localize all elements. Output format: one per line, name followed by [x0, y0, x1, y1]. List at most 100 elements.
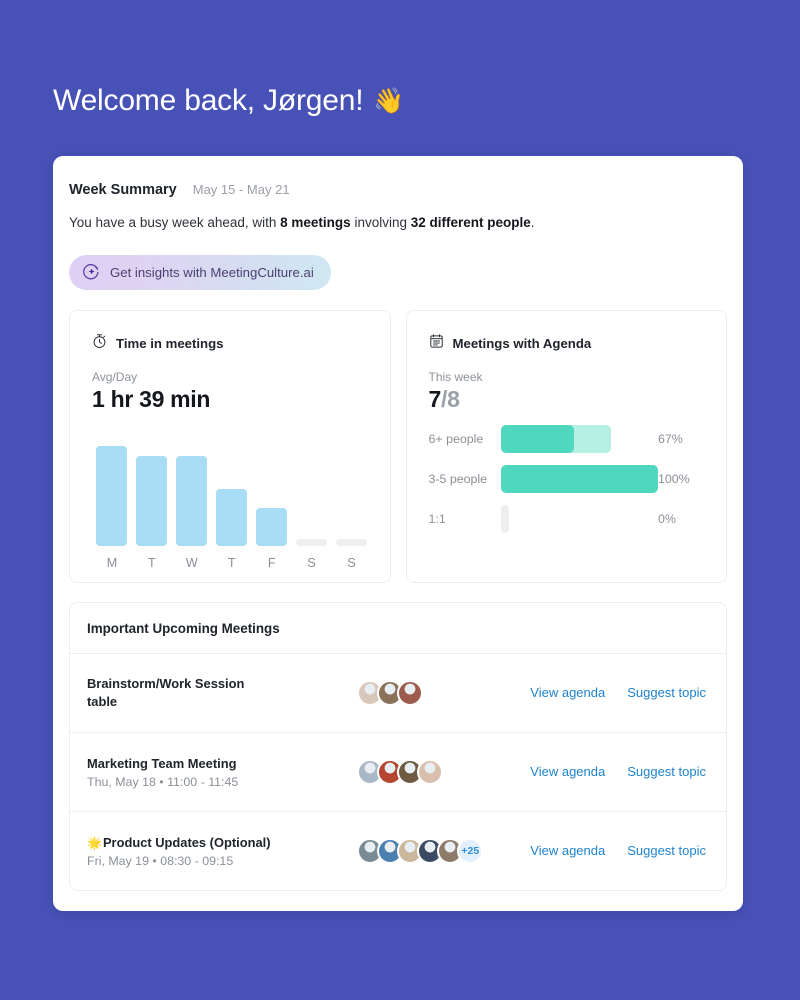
bar	[136, 455, 168, 546]
suggest-topic-link[interactable]: Suggest topic	[627, 764, 706, 779]
meetings-with-agenda-card: Meetings with Agenda This week 7/8 6+ pe…	[405, 309, 727, 583]
meeting-info: Marketing Team Meeting Thu, May 18 • 11:0…	[87, 755, 357, 789]
bar-label: M	[106, 555, 118, 570]
summary-sentence-part1: You have a busy week ahead, with	[69, 215, 281, 230]
attendee-avatars: +25	[357, 837, 530, 864]
bar-label: F	[267, 555, 276, 570]
time-card-header: Time in meetings	[92, 333, 368, 354]
stats-row: Time in meetings Avg/Day 1 hr 39 min M T W…	[53, 290, 743, 583]
time-in-meetings-card: Time in meetings Avg/Day 1 hr 39 min M T W…	[69, 309, 391, 583]
attendee-avatars	[357, 758, 530, 785]
meeting-actions: View agenda Suggest topic	[530, 685, 706, 700]
summary-header: Week Summary May 15 - May 21	[53, 156, 743, 198]
bar-column-inner: T	[136, 434, 168, 570]
meeting-name: Marketing Team Meeting	[87, 755, 237, 771]
bar-column-inner: S	[296, 434, 328, 570]
meetings-count: 8 meetings	[280, 215, 351, 230]
bar-column: W	[172, 434, 212, 570]
bar	[216, 488, 248, 546]
agenda-row: 1:1 0%	[429, 499, 707, 539]
bar-label: T	[227, 555, 236, 570]
agenda-card-value: 7/8	[429, 386, 705, 413]
bar	[256, 507, 288, 546]
avatar	[417, 758, 444, 785]
view-agenda-link[interactable]: View agenda	[530, 764, 605, 779]
agenda-bar-fill	[500, 464, 658, 493]
bar-column-inner: M	[96, 434, 128, 570]
meeting-info: 🌟Product Updates (Optional) Fri, May 19 •…	[87, 834, 357, 868]
bar	[176, 455, 208, 546]
meetings-rows-container: Brainstorm/Work Session table View agenda S…	[70, 652, 726, 890]
bar-label: S	[307, 555, 316, 570]
bar	[96, 445, 128, 546]
meeting-actions: View agenda Suggest topic	[530, 843, 706, 858]
agenda-row-track	[500, 504, 659, 533]
suggest-topic-link[interactable]: Suggest topic	[627, 685, 706, 700]
agenda-row-label: 6+ people	[428, 431, 484, 446]
meeting-row: Brainstorm/Work Session table View agenda S…	[70, 652, 726, 732]
get-insights-button[interactable]: Get insights with MeetingCulture.ai	[69, 254, 331, 290]
summary-sentence-part3: .	[530, 215, 535, 230]
meeting-time: Fri, May 19 • 08:30 - 09:15	[87, 854, 234, 869]
meeting-time: Thu, May 18 • 11:00 - 11:45	[87, 775, 239, 790]
bar-column-inner: S	[335, 434, 367, 570]
waving-hand-icon: 👋	[373, 86, 405, 115]
bar-column-inner: T	[216, 434, 248, 570]
week-summary-card: Week Summary May 15 - May 21 You have a …	[53, 156, 743, 911]
agenda-row-percent: 67%	[658, 431, 683, 446]
meeting-row: 🌟Product Updates (Optional) Fri, May 19 •…	[70, 810, 726, 890]
view-agenda-link[interactable]: View agenda	[530, 843, 605, 858]
agenda-row-label: 3-5 people	[428, 471, 488, 486]
time-card-title: Time in meetings	[116, 335, 224, 351]
meeting-name: 🌟Product Updates (Optional)	[87, 834, 271, 850]
agenda-breakdown-chart: 6+ people 67% 3-5 people 100% 1:1 0%	[429, 419, 707, 539]
meeting-name: Brainstorm/Work Session table	[87, 676, 245, 709]
agenda-row-track	[500, 424, 659, 453]
bar-column: T	[132, 434, 172, 570]
people-count: 32 different people	[410, 215, 531, 230]
meeting-info: Brainstorm/Work Session table	[87, 675, 357, 710]
stopwatch-icon	[92, 333, 107, 354]
view-agenda-link[interactable]: View agenda	[530, 685, 605, 700]
agenda-row-label: 1:1	[428, 511, 446, 526]
get-insights-label: Get insights with MeetingCulture.ai	[110, 264, 314, 280]
time-card-value: 1 hr 39 min	[92, 385, 211, 412]
agenda-card-meta: This week	[428, 369, 483, 384]
page-title: Week Summary	[69, 182, 177, 198]
upcoming-meetings-panel: Important Upcoming Meetings Brainstorm/W…	[69, 601, 727, 891]
bar-column: S	[292, 434, 332, 570]
bar-column-inner: W	[176, 434, 208, 570]
bar-column-inner: F	[256, 434, 288, 570]
weekly-time-bar-chart: MTWTFSS	[92, 434, 372, 570]
avatar-overflow-count: +25	[457, 837, 484, 864]
bar-column: F	[252, 434, 292, 570]
bar-label: T	[148, 555, 156, 570]
calendar-agenda-icon	[429, 333, 444, 354]
agenda-card-header: Meetings with Agenda	[429, 333, 705, 354]
bar-column: T	[212, 434, 252, 570]
bar-label: S	[347, 555, 356, 570]
date-range-label: May 15 - May 21	[192, 182, 290, 197]
attendee-avatars	[357, 679, 530, 706]
agenda-row: 6+ people 67%	[429, 419, 707, 459]
agenda-row-track	[500, 464, 658, 493]
agenda-bar-fill	[500, 424, 575, 453]
bar-column: M	[92, 434, 132, 570]
agenda-row: 3-5 people 100%	[429, 459, 707, 499]
agenda-row-percent: 100%	[658, 471, 690, 486]
summary-sentence: You have a busy week ahead, with 8 meeti…	[53, 198, 743, 233]
suggest-topic-link[interactable]: Suggest topic	[627, 843, 706, 858]
greeting-text: Welcome back, Jørgen!	[53, 84, 364, 117]
agenda-row-percent: 0%	[658, 511, 676, 526]
meeting-actions: View agenda Suggest topic	[530, 764, 706, 779]
meeting-row: Marketing Team Meeting Thu, May 18 • 11:0…	[70, 731, 726, 811]
sparkle-circle-icon	[83, 263, 100, 281]
bar-label: W	[185, 555, 198, 570]
agenda-numerator: 7	[428, 385, 442, 412]
summary-sentence-part2: involving	[350, 215, 411, 230]
agenda-denominator: /8	[441, 385, 460, 412]
agenda-bar-empty	[500, 504, 509, 533]
agenda-card-title: Meetings with Agenda	[452, 335, 592, 351]
bar	[296, 538, 328, 546]
glowing-star-icon: 🌟	[87, 835, 102, 850]
